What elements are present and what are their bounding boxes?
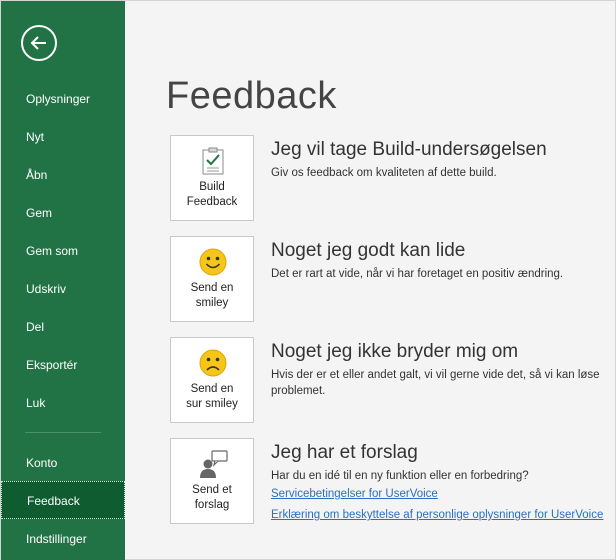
sidebar-item-udskriv[interactable]: Udskriv [1, 270, 125, 308]
send-frown-label: Send en sur smiley [186, 383, 238, 410]
send-frown-button[interactable]: Send en sur smiley [170, 337, 254, 423]
sidebar-divider [25, 432, 101, 433]
like-option-title: Noget jeg godt kan lide [271, 240, 466, 261]
page-title: Feedback [166, 75, 337, 117]
suggestion-option-description: Har du en idé til en ny funktion eller e… [271, 470, 529, 482]
dislike-option-description: Hvis der er et eller andet galt, vi vil … [271, 369, 600, 397]
sidebar-item-eksporter[interactable]: Eksportér [1, 346, 125, 384]
sidebar-item-luk[interactable]: Luk [1, 384, 125, 422]
send-suggestion-label: Send et forslag [192, 484, 232, 511]
back-arrow-icon [30, 36, 46, 50]
sidebar-item-indstillinger[interactable]: Indstillinger [1, 520, 125, 558]
survey-option-title: Jeg vil tage Build-undersøgelsen [271, 139, 547, 160]
survey-option-description: Giv os feedback om kvaliteten af dette b… [271, 167, 497, 179]
backstage-sidebar: Oplysninger Nyt Åbn Gem Gem som Udskriv … [1, 1, 125, 560]
sidebar-item-abn[interactable]: Åbn [1, 156, 125, 194]
sidebar-item-del[interactable]: Del [1, 308, 125, 346]
survey-checklist-icon [202, 147, 224, 175]
sidebar-item-nyt[interactable]: Nyt [1, 118, 125, 156]
uservoice-privacy-link[interactable]: Erklæring om beskyttelse af personlige o… [271, 509, 603, 521]
build-feedback-label: Build Feedback [186, 181, 238, 208]
send-smile-label: Send en smiley [190, 282, 234, 309]
suggestion-option-title: Jeg har et forslag [271, 442, 418, 463]
sidebar-item-gem-som[interactable]: Gem som [1, 232, 125, 270]
uservoice-terms-link[interactable]: Servicebetingelser for UserVoice [271, 488, 438, 500]
dislike-option-title: Noget jeg ikke bryder mig om [271, 341, 519, 362]
like-option-description: Det er rart at vide, når vi har foretage… [271, 268, 564, 280]
sidebar-item-konto[interactable]: Konto [1, 444, 125, 482]
back-button[interactable] [21, 25, 57, 61]
sidebar-item-oplysninger[interactable]: Oplysninger [1, 80, 125, 118]
feedback-panel: Feedback Build Feedback Jeg vil tage Bui… [125, 1, 616, 560]
send-smile-button[interactable]: Send en smiley [170, 236, 254, 322]
send-suggestion-button[interactable]: Send et forslag [170, 438, 254, 524]
sidebar-item-gem[interactable]: Gem [1, 194, 125, 232]
sidebar-item-feedback[interactable]: Feedback [1, 481, 125, 519]
smiley-icon [199, 248, 227, 276]
person-suggestion-icon [200, 450, 228, 478]
build-feedback-button[interactable]: Build Feedback [170, 135, 254, 221]
frown-icon [199, 349, 227, 377]
